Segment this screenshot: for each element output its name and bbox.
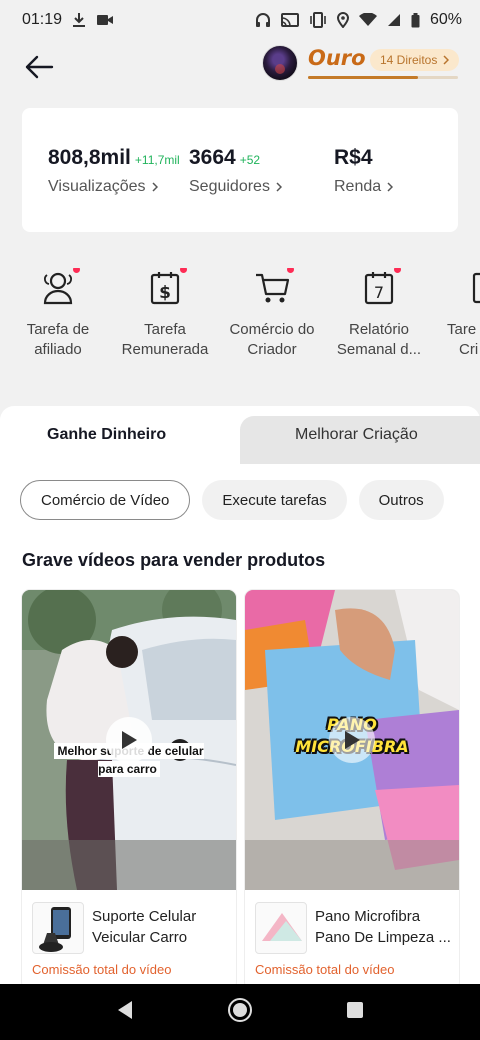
home-circle-icon[interactable] — [227, 997, 253, 1028]
tier-progress-bar — [308, 76, 458, 79]
play-button[interactable] — [329, 717, 375, 763]
svg-text:7: 7 — [374, 283, 384, 302]
action-weekly-report[interactable]: 7 Relatório Semanal d... — [324, 268, 434, 360]
action-label: Cri — [459, 341, 479, 358]
tab-improve-creation[interactable]: Melhorar Criação — [295, 426, 418, 444]
signal-icon — [387, 13, 401, 27]
action-label: Tare — [447, 321, 477, 338]
quick-actions: Tarefa de afiliado $ Tarefa Remunerada Com… — [0, 268, 480, 378]
stat-delta: +52 — [239, 153, 261, 167]
affiliate-people-icon — [43, 272, 73, 305]
rights-label: 14 Direitos — [380, 53, 438, 67]
status-time: 01:19 — [22, 11, 63, 28]
shopping-cart-icon — [256, 273, 290, 303]
product-image — [32, 902, 84, 954]
tier-label[interactable]: Ouro — [308, 46, 366, 70]
product-info[interactable]: Pano Microfibra Pano De Limpeza ... Comi… — [245, 890, 459, 990]
rights-badge[interactable]: 14 Direitos — [370, 49, 460, 71]
stat-value: 3664 — [189, 146, 236, 169]
video-thumbnail[interactable]: Melhor suporte de celular para carro — [22, 590, 236, 890]
product-name: Suporte Celular Veicular Carro Vent... — [92, 908, 197, 946]
action-label: Tarefa de — [26, 321, 90, 338]
chevron-right-icon — [276, 182, 282, 192]
stat-value: R$4 — [334, 146, 373, 169]
video-camera-icon — [96, 13, 114, 27]
svg-text:$: $ — [159, 283, 171, 303]
stat-delta: +11,7mil — [134, 153, 180, 167]
notification-dot — [73, 268, 80, 273]
back-button[interactable] — [22, 50, 56, 84]
stat-views[interactable]: 808,8mil +11,7mil Visualizações — [48, 146, 180, 196]
action-label: afiliado — [34, 341, 82, 358]
back-triangle-icon[interactable] — [116, 1000, 134, 1025]
avatar[interactable] — [262, 45, 298, 81]
notification-dot — [394, 268, 401, 273]
play-button[interactable] — [106, 717, 152, 763]
stat-label: Renda — [334, 178, 382, 195]
commission-label: Comissão total do vídeo — [255, 962, 395, 977]
recents-square-icon[interactable] — [346, 1001, 364, 1024]
section-title: Grave vídeos para vender produtos — [22, 550, 326, 570]
chevron-right-icon — [387, 182, 394, 192]
action-label: Semanal d... — [336, 341, 422, 358]
product-info[interactable]: Suporte Celular Veicular Carro Vent... C… — [22, 890, 236, 990]
play-icon — [122, 731, 137, 749]
notification-dot — [287, 268, 294, 273]
vibrate-icon — [309, 12, 327, 28]
headphones-icon — [255, 12, 271, 28]
product-name: Pano Microfibra Pano De Limpeza ... — [315, 908, 451, 946]
calendar-7-icon: 7 — [364, 272, 394, 305]
document-icon — [472, 272, 480, 304]
battery-percent: 60% — [429, 11, 462, 28]
tier-progress-fill — [308, 76, 418, 79]
chevron-right-icon — [443, 55, 450, 65]
action-affiliate-task[interactable]: Tarefa de afiliado — [3, 268, 113, 360]
stat-followers[interactable]: 3664 +52 Seguidores — [189, 146, 282, 196]
video-thumbnail[interactable]: PANO MICROFIBRA — [245, 590, 459, 890]
action-label: Comércio do — [229, 321, 315, 338]
dollar-calendar-icon: $ — [150, 272, 180, 305]
action-label: Relatório — [348, 321, 410, 338]
chip-execute-tasks[interactable]: Execute tarefas — [202, 480, 347, 520]
filter-chips: Comércio de Vídeo Execute tarefas Outros — [20, 480, 444, 520]
action-label: Tarefa — [144, 321, 186, 338]
location-icon — [336, 12, 349, 28]
header: Ouro 14 Direitos — [0, 40, 480, 100]
wifi-icon — [358, 13, 377, 27]
navigation-bar — [0, 984, 480, 1040]
commission-label: Comissão total do vídeo — [32, 962, 172, 977]
play-icon — [345, 731, 360, 749]
action-label: Remunerada — [121, 341, 209, 358]
chip-video-commerce[interactable]: Comércio de Vídeo — [20, 480, 191, 520]
action-creator-commerce[interactable]: Comércio do Criador — [217, 268, 327, 360]
video-card[interactable]: PANO MICROFIBRA Pano Microfibra Pano De … — [245, 590, 459, 990]
chip-others[interactable]: Outros — [358, 480, 444, 520]
earn-panel: Ganhe Dinheiro Melhorar Criação Comércio… — [0, 406, 480, 1040]
stat-income[interactable]: R$4 Renda — [334, 146, 394, 196]
download-icon — [72, 12, 86, 28]
status-bar: 01:19 60% — [0, 0, 480, 40]
product-image — [255, 902, 307, 954]
arrow-left-icon — [25, 55, 54, 79]
stats-card: 808,8mil +11,7mil Visualizações 3664 +52 S… — [22, 108, 458, 232]
stat-value: 808,8mil — [48, 146, 131, 169]
stat-label: Visualizações — [48, 178, 146, 195]
video-card[interactable]: Melhor suporte de celular para carro Sup… — [22, 590, 236, 990]
cast-icon — [280, 13, 299, 27]
action-label: Criador — [247, 341, 297, 358]
action-paid-task[interactable]: $ Tarefa Remunerada — [110, 268, 220, 360]
chevron-right-icon — [152, 182, 158, 192]
notification-dot — [180, 268, 187, 273]
battery-icon — [411, 12, 420, 28]
stat-label: Seguidores — [189, 178, 270, 195]
tab-earn-money[interactable]: Ganhe Dinheiro — [47, 426, 166, 444]
action-creator-task[interactable]: Tare Cri — [431, 268, 480, 360]
